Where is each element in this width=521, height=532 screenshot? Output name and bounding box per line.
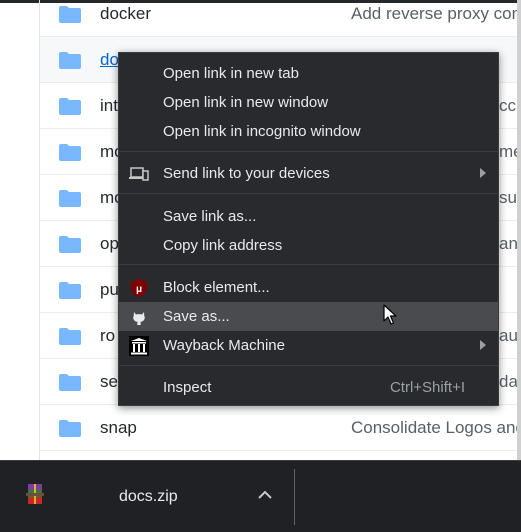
commit-message[interactable]: mer [499, 142, 517, 162]
menu-item-wayback-machine[interactable]: Wayback Machine [119, 331, 498, 360]
menu-separator [119, 151, 498, 152]
menu-item-block-element[interactable]: μ Block element... [119, 273, 498, 302]
github-octocat-icon [130, 308, 148, 326]
file-name[interactable]: ro [100, 326, 115, 346]
folder-icon [59, 282, 81, 299]
menu-item-label: Wayback Machine [163, 337, 285, 354]
folder-icon [59, 144, 81, 161]
file-name[interactable]: se [100, 372, 118, 392]
folder-icon [59, 6, 81, 23]
download-bar: docs.zip [0, 460, 521, 532]
chevron-right-icon [480, 340, 486, 350]
file-name[interactable]: int [100, 96, 118, 116]
file-name-link[interactable]: do [100, 50, 119, 70]
menu-separator [119, 365, 498, 366]
menu-item-label: Open link in new tab [163, 65, 299, 82]
folder-icon [59, 190, 81, 207]
commit-message[interactable]: Consolidate Logos and [351, 418, 517, 438]
menu-separator [119, 264, 498, 265]
file-name[interactable]: op [100, 234, 119, 254]
download-file-name: docs.zip [119, 488, 178, 505]
ublock-shield-icon: μ [131, 279, 147, 297]
commit-message[interactable]: sue [499, 188, 517, 208]
menu-item-save-as[interactable]: Save as... [119, 302, 498, 331]
folder-icon [59, 420, 81, 437]
folder-icon [59, 98, 81, 115]
chevron-up-icon[interactable] [256, 489, 274, 501]
wayback-machine-icon [129, 336, 149, 356]
download-item[interactable]: docs.zip [0, 461, 294, 532]
folder-icon [59, 328, 81, 345]
file-row-snap[interactable]: snap Consolidate Logos and [40, 405, 517, 451]
file-name[interactable]: pu [100, 280, 119, 300]
file-row-docker[interactable]: docker Add reverse proxy con [40, 0, 517, 37]
menu-item-label: Inspect [163, 379, 212, 396]
menu-item-label: Copy link address [163, 237, 283, 254]
file-name[interactable]: docker [100, 4, 151, 24]
menu-item-label: Open link in new window [163, 94, 329, 111]
download-divider [294, 469, 295, 525]
commit-message[interactable]: ccu [499, 96, 517, 116]
commit-message[interactable]: Add reverse proxy con [351, 4, 517, 24]
menu-item-open-new-tab[interactable]: Open link in new tab [119, 59, 498, 88]
menu-item-label: Save link as... [163, 208, 257, 225]
winrar-archive-icon [26, 484, 44, 504]
svg-text:μ: μ [136, 284, 142, 295]
commit-message[interactable]: dat [499, 372, 517, 392]
menu-item-inspect[interactable]: Inspect Ctrl+Shift+I [119, 373, 498, 402]
menu-item-shortcut: Ctrl+Shift+I [389, 379, 465, 396]
menu-item-save-link-as[interactable]: Save link as... [119, 202, 498, 231]
commit-message[interactable]: ans [499, 234, 517, 254]
chevron-right-icon [480, 168, 486, 178]
context-menu: Open link in new tab Open link in new wi… [118, 52, 499, 406]
mouse-pointer-icon [383, 304, 397, 325]
folder-icon [59, 52, 81, 69]
menu-separator [119, 193, 498, 194]
menu-item-label: Block element... [163, 279, 270, 296]
folder-icon [59, 236, 81, 253]
menu-item-copy-link-address[interactable]: Copy link address [119, 231, 498, 260]
devices-icon [129, 167, 149, 181]
menu-item-open-new-window[interactable]: Open link in new window [119, 88, 498, 117]
menu-item-label: Save as... [163, 308, 230, 325]
menu-item-label: Send link to your devices [163, 165, 330, 182]
commit-message[interactable]: auth [499, 326, 517, 346]
left-border [39, 0, 40, 460]
menu-item-label: Open link in incognito window [163, 123, 361, 140]
menu-item-open-incognito[interactable]: Open link in incognito window [119, 117, 498, 146]
file-name[interactable]: snap [100, 418, 137, 438]
scrollbar[interactable] [517, 0, 521, 460]
menu-item-send-to-devices[interactable]: Send link to your devices [119, 159, 498, 188]
folder-icon [59, 374, 81, 391]
